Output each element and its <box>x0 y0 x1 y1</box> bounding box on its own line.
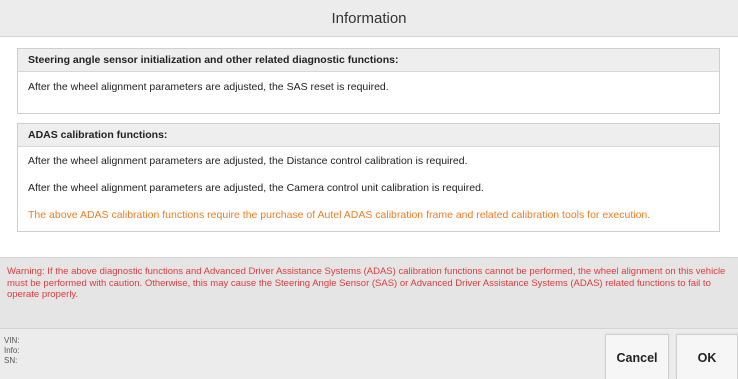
vin-label: VIN: <box>4 336 20 345</box>
sas-section-header: Steering angle sensor initialization and… <box>18 49 719 72</box>
device-info: VIN: Info: SN: <box>4 336 22 366</box>
adas-section-header: ADAS calibration functions: <box>18 124 719 147</box>
sn-label: SN: <box>4 356 18 365</box>
warning-bar: Warning: If the above diagnostic functio… <box>0 257 738 328</box>
dialog-content: Steering angle sensor initialization and… <box>0 37 738 257</box>
dialog-title-bar: Information <box>0 0 738 37</box>
sas-reset-row: After the wheel alignment parameters are… <box>28 80 389 93</box>
adas-purchase-note: The above ADAS calibration functions req… <box>28 208 651 221</box>
warning-text: Warning: If the above diagnostic functio… <box>7 266 726 300</box>
cancel-button[interactable]: Cancel <box>605 334 669 379</box>
sas-functions-section: Steering angle sensor initialization and… <box>17 48 720 114</box>
ok-button[interactable]: OK <box>676 334 738 379</box>
info-label: Info: <box>4 346 20 355</box>
camera-control-row: After the wheel alignment parameters are… <box>28 181 484 194</box>
dialog-footer: VIN: Info: SN: Cancel OK <box>0 328 738 379</box>
adas-functions-section: ADAS calibration functions: After the wh… <box>17 123 720 232</box>
dialog-title: Information <box>331 9 407 27</box>
distance-control-row: After the wheel alignment parameters are… <box>28 154 468 167</box>
